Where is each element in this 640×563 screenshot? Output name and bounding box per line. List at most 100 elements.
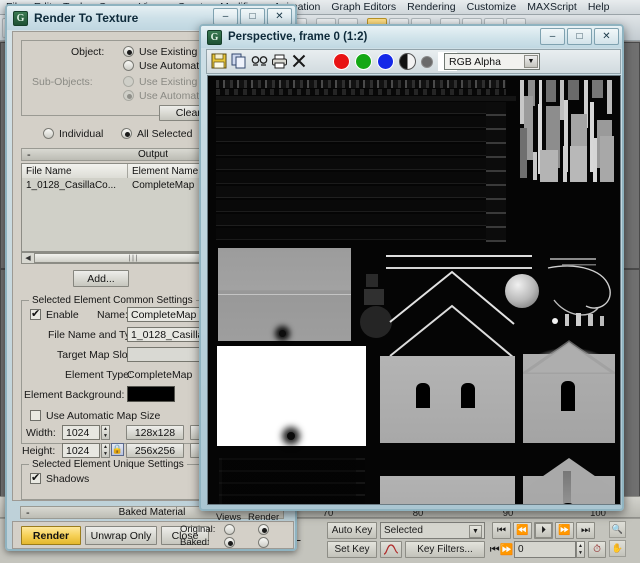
set-key-button[interactable]: Set Key <box>327 541 377 558</box>
unwrap-only-button[interactable]: Unwrap Only <box>85 526 157 545</box>
max-logo-icon: G <box>207 30 222 45</box>
close-button[interactable]: ✕ <box>267 8 292 25</box>
preset-128-button[interactable]: 128x128 <box>126 425 184 440</box>
print-bitmap-icon[interactable] <box>271 53 289 71</box>
chevron-down-icon[interactable]: ▼ <box>469 525 482 538</box>
go-to-end-icon[interactable]: ⏭ <box>576 522 595 539</box>
time-configuration-icon[interactable]: ⏱ <box>588 541 606 558</box>
go-to-start-icon[interactable]: ⏮ <box>492 522 511 539</box>
blue-channel-toggle[interactable] <box>377 53 394 70</box>
menu-item-graph-editors[interactable]: Graph Editors <box>331 1 396 13</box>
views-baked-radio[interactable] <box>224 537 235 548</box>
copy-bitmap-icon[interactable] <box>231 53 249 71</box>
green-channel-toggle[interactable] <box>355 53 372 70</box>
width-label: Width: <box>26 427 56 439</box>
render-button[interactable]: Render <box>21 526 81 545</box>
render-baked-radio[interactable] <box>258 537 269 548</box>
max-logo-icon: G <box>13 11 28 26</box>
current-frame-value: 0 <box>518 544 524 555</box>
element-type-label: Element Type: <box>65 369 132 381</box>
baked-lightmap-atlas-image <box>208 76 620 504</box>
gable-peak-upper <box>523 340 615 374</box>
scope-individual-label[interactable]: Individual <box>59 128 103 140</box>
render-original-radio[interactable] <box>258 524 269 535</box>
minimize-button[interactable]: – <box>540 28 565 45</box>
common-settings-title: Selected Element Common Settings <box>29 295 196 306</box>
play-animation-icon[interactable]: ⏵ <box>534 522 553 539</box>
red-channel-toggle[interactable] <box>333 53 350 70</box>
previous-frame-icon[interactable]: ⏪ <box>513 522 532 539</box>
use-automatic-map-size-checkbox[interactable] <box>30 410 41 421</box>
preset-256-button[interactable]: 256x256 <box>126 443 184 458</box>
rendered-frame-titlebar[interactable]: G Perspective, frame 0 (1:2) – □ ✕ <box>201 26 622 48</box>
roof-edge-lines <box>388 268 518 358</box>
maximize-button[interactable]: □ <box>567 28 592 45</box>
height-input[interactable]: 1024 <box>62 443 100 458</box>
scope-all-selected-radio[interactable] <box>121 128 132 139</box>
baked-row-label: Baked: <box>180 537 210 548</box>
rendered-frame-window[interactable]: G Perspective, frame 0 (1:2) – □ ✕ <box>199 24 624 511</box>
enable-checkbox[interactable] <box>30 309 41 320</box>
frame-spinner[interactable]: ▲▼ <box>576 541 585 558</box>
scroll-left-icon[interactable]: ◀ <box>22 253 34 263</box>
target-map-slot-label: Target Map Slot: <box>57 349 133 361</box>
baked-material-rollup-title: Baked Material <box>119 507 186 518</box>
maximize-button[interactable]: □ <box>240 8 265 25</box>
rendered-frame-title: Perspective, frame 0 (1:2) <box>228 31 367 43</box>
channel-select[interactable]: RGB Alpha ▼ <box>444 53 540 70</box>
original-row-label: Original: <box>180 524 215 535</box>
next-frame-icon[interactable]: ⏩ <box>555 522 574 539</box>
scope-individual-radio[interactable] <box>43 128 54 139</box>
use-automatic-map-size-label: Use Automatic Map Size <box>46 410 160 422</box>
shadows-checkbox[interactable] <box>30 473 41 484</box>
print-glyph <box>271 53 288 69</box>
close-button[interactable]: ✕ <box>594 28 619 45</box>
menu-item-maxscript[interactable]: MAXScript <box>527 1 577 13</box>
unique-settings-title: Selected Element Unique Settings <box>29 459 187 470</box>
element-type-value: CompleteMap <box>127 369 192 381</box>
clear-bitmap-icon[interactable] <box>291 53 309 71</box>
key-mode-toggle-icon[interactable]: ⏮⏩ <box>492 541 511 558</box>
object-use-existing-channel-radio[interactable] <box>123 46 134 57</box>
lock-icon[interactable]: 🔒 <box>111 443 124 456</box>
key-filters-button[interactable]: Key Filters... <box>405 541 485 558</box>
height-label: Height: <box>22 445 55 457</box>
window-buttons[interactable]: – □ ✕ <box>540 28 619 45</box>
zoom-icon[interactable]: 🔍 <box>609 521 626 538</box>
function-curve-icon[interactable] <box>380 541 402 558</box>
name-label: Name: <box>97 309 128 321</box>
dialog-title: Render To Texture <box>34 11 138 25</box>
subobjects-use-automatic-unwrap-radio <box>123 90 134 101</box>
collapse-icon[interactable]: - <box>27 149 31 161</box>
element-background-label: Element Background: <box>24 389 124 401</box>
clone-bitmap-icon[interactable] <box>251 53 269 71</box>
pan-icon[interactable]: ✋ <box>609 540 626 557</box>
key-mode-value: Selected <box>384 525 423 536</box>
object-use-automatic-unwrap-radio[interactable] <box>123 60 134 71</box>
alpha-channel-toggle[interactable] <box>421 56 433 68</box>
rendered-image-canvas[interactable] <box>207 75 621 505</box>
save-bitmap-icon[interactable] <box>211 53 229 71</box>
auto-key-button[interactable]: Auto Key <box>327 522 377 539</box>
window-buttons[interactable]: – □ ✕ <box>213 8 292 25</box>
add-element-button[interactable]: Add... <box>73 270 129 287</box>
element-background-color-swatch[interactable] <box>127 386 175 402</box>
key-mode-select[interactable]: Selected ▼ <box>380 522 485 539</box>
collapse-icon[interactable]: - <box>26 507 30 519</box>
scope-all-selected-label[interactable]: All Selected <box>137 128 192 140</box>
height-spinner[interactable]: ▲▼ <box>101 443 110 458</box>
chevron-down-icon[interactable]: ▼ <box>524 55 538 68</box>
minimize-button[interactable]: – <box>213 8 238 25</box>
menu-item-help[interactable]: Help <box>588 1 610 13</box>
rendered-frame-toolbar[interactable]: RGB Alpha ▼ <box>206 49 621 74</box>
width-spinner[interactable]: ▲▼ <box>101 425 110 440</box>
copy-glyph <box>231 53 247 69</box>
width-input[interactable]: 1024 <box>62 425 100 440</box>
object-label: Object: <box>71 46 104 58</box>
views-original-radio[interactable] <box>224 524 235 535</box>
menu-item-rendering[interactable]: Rendering <box>407 1 455 13</box>
mono-channel-toggle[interactable] <box>399 53 416 70</box>
current-frame-input[interactable]: 0 <box>514 541 576 558</box>
column-header-file-name[interactable]: File Name <box>22 164 128 178</box>
menu-item-customize[interactable]: Customize <box>467 1 517 13</box>
